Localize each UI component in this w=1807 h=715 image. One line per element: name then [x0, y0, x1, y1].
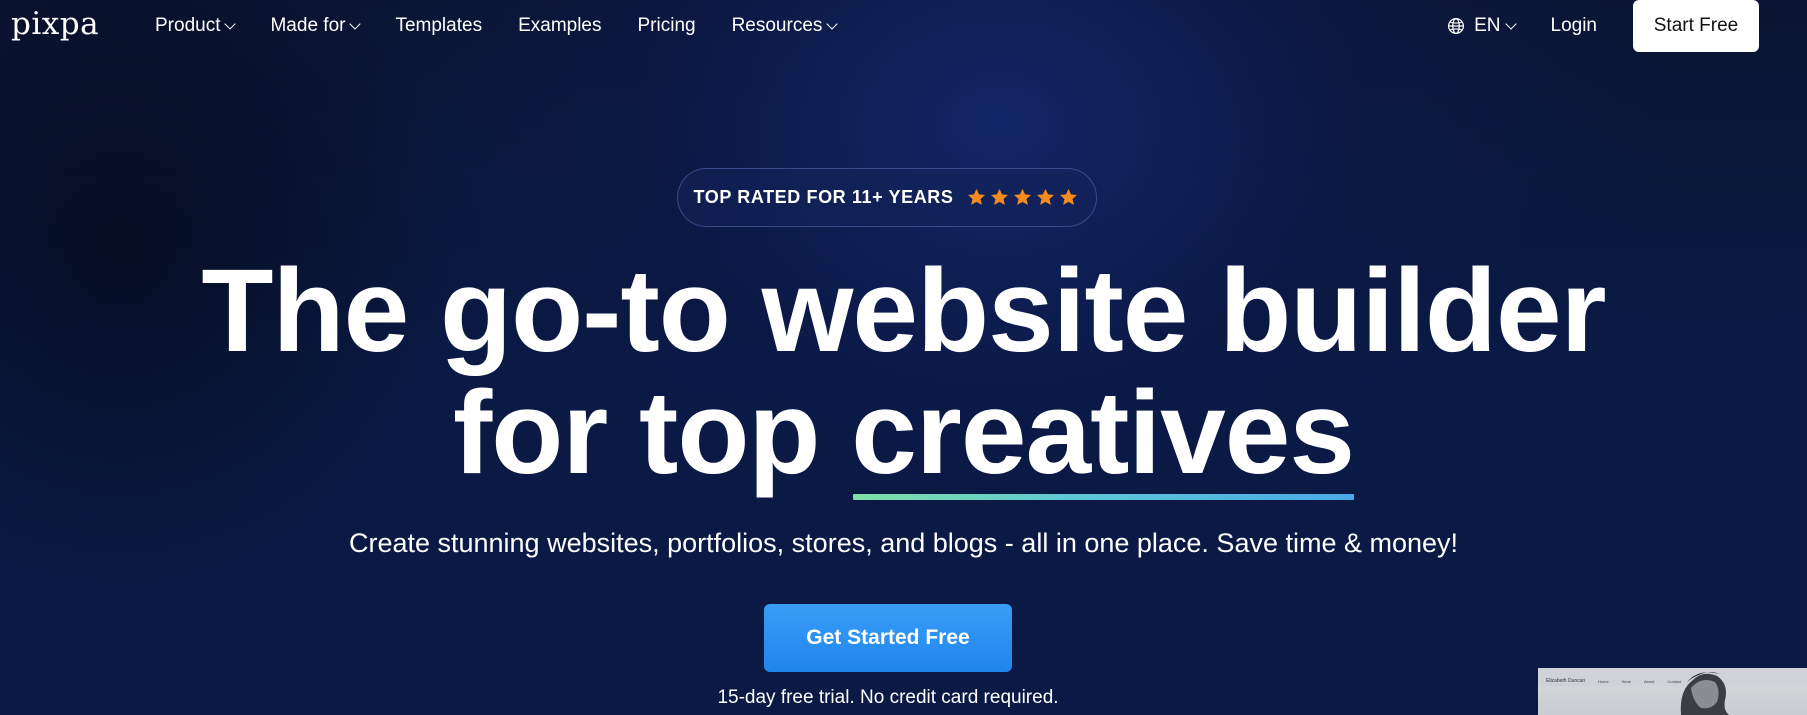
nav-item-resources[interactable]: Resources [731, 15, 839, 37]
top-rated-badge: TOP RATED FOR 11+ YEARS [677, 168, 1097, 227]
star-icon [1036, 188, 1054, 205]
nav-item-pricing[interactable]: Pricing [638, 15, 696, 37]
login-link[interactable]: Login [1551, 15, 1598, 37]
star-icon [1013, 188, 1031, 205]
gradient-underline [853, 494, 1355, 500]
portfolio-preview-thumbnail: Elizabeth Duncan Home Work About Contact [1538, 668, 1807, 715]
start-free-button[interactable]: Start Free [1633, 0, 1759, 52]
nav-item-examples[interactable]: Examples [518, 15, 601, 37]
nav-item-label: Pricing [637, 15, 696, 36]
portrait-photo-image [1680, 672, 1729, 715]
preview-nav-item: Home [1598, 679, 1609, 684]
headline-line-2: for top creatives [0, 372, 1807, 500]
preview-nav-item: Work [1621, 679, 1632, 684]
badge-text: TOP RATED FOR 11+ YEARS [693, 187, 954, 207]
nav-item-made-for[interactable]: Made for [270, 15, 362, 37]
language-label: EN [1474, 15, 1501, 36]
hero-headline: The go-to website builder for top creati… [0, 245, 1807, 500]
get-started-free-button[interactable]: Get Started Free [764, 604, 1012, 672]
star-rating [966, 187, 1081, 208]
globe-icon [1448, 17, 1465, 35]
nav-item-label: Product [155, 15, 221, 36]
top-navbar: pixpa Product Made for Templates Example… [0, 0, 1807, 52]
star-icon [1059, 188, 1077, 205]
nav-item-label: Templates [395, 15, 483, 36]
nav-item-label: Examples [518, 15, 602, 36]
star-icon [990, 188, 1008, 205]
headline-highlight: creatives [851, 372, 1355, 500]
chevron-down-icon [826, 17, 839, 30]
nav-item-templates[interactable]: Templates [395, 15, 482, 37]
pixpa-logo[interactable]: pixpa [11, 2, 99, 46]
chevron-down-icon [349, 17, 362, 30]
headline-prefix: for top [452, 367, 852, 499]
preview-site-name: Elizabeth Duncan [1546, 678, 1586, 684]
nav-item-label: Made for [270, 15, 346, 36]
trial-note: 15-day free trial. No credit card requir… [717, 687, 1059, 708]
nav-actions: EN Login Start Free [1447, 0, 1759, 52]
nav-item-label: Resources [731, 15, 823, 36]
chevron-down-icon [1504, 17, 1517, 30]
star-icon [967, 188, 985, 205]
preview-nav-item: About [1643, 679, 1655, 684]
nav-item-product[interactable]: Product [155, 15, 237, 37]
main-nav: Product Made for Templates Examples Pric… [155, 12, 872, 40]
language-selector[interactable]: EN [1447, 15, 1517, 37]
hero-subtitle: Create stunning websites, portfolios, st… [348, 528, 1459, 558]
headline-highlight-text: creatives [851, 367, 1355, 499]
chevron-down-icon [224, 17, 237, 30]
headline-line-1: The go-to website builder [201, 245, 1606, 377]
